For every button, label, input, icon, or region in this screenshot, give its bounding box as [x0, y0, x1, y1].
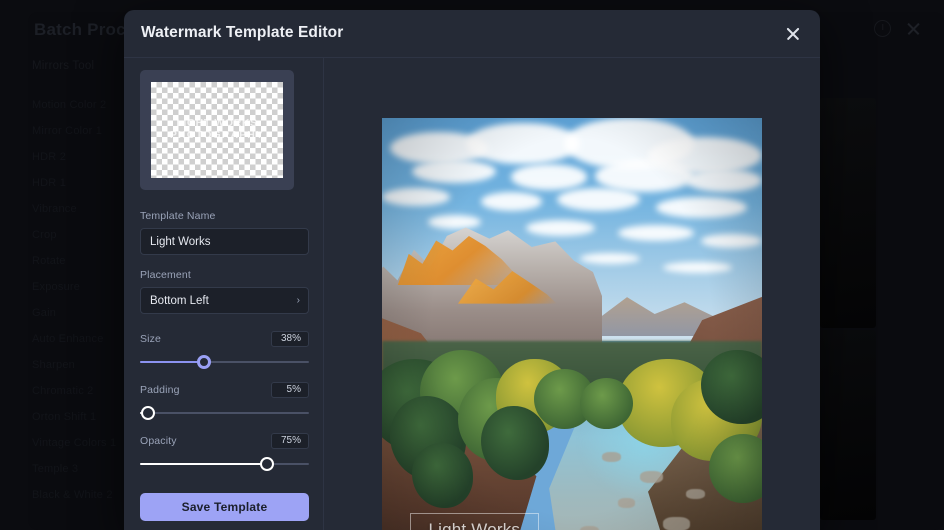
- padding-slider-value: 5%: [271, 382, 309, 398]
- transparency-checkerboard: LIGHT WORKS PHOTOGRAPHY: [151, 82, 283, 178]
- opacity-slider-value: 75%: [271, 433, 309, 449]
- photo-cloud: [465, 122, 580, 165]
- background-thumbnail[interactable]: [820, 330, 876, 520]
- photo-cloud: [382, 187, 451, 207]
- opacity-slider-block: Opacity 75%: [140, 433, 309, 471]
- watermark-template-editor-dialog: Watermark Template Editor LIGHT WORKS PH…: [124, 10, 820, 530]
- padding-slider-block: Padding 5%: [140, 382, 309, 420]
- placement-select[interactable]: Bottom Left ›: [140, 287, 309, 314]
- close-icon[interactable]: [905, 20, 922, 37]
- photo-rock: [579, 526, 599, 530]
- slider-thumb[interactable]: [259, 457, 274, 471]
- size-slider-header: Size 38%: [140, 331, 309, 347]
- photo-rock: [640, 470, 664, 483]
- slider-thumb[interactable]: [197, 355, 212, 369]
- background-thumbnail[interactable]: [820, 98, 876, 328]
- photo-cloud: [655, 196, 747, 218]
- template-name-label: Template Name: [140, 210, 216, 222]
- template-name-input[interactable]: [140, 228, 309, 255]
- close-icon[interactable]: [782, 23, 804, 45]
- photo-preview-panel: Light Works Photography: [324, 58, 820, 530]
- photo-rock: [686, 489, 705, 500]
- photo-watermark-overlay: Light Works Photography: [410, 513, 539, 530]
- padding-slider-header: Padding 5%: [140, 382, 309, 398]
- save-template-button[interactable]: Save Template: [140, 493, 309, 521]
- chevron-right-icon: ›: [296, 294, 300, 306]
- placement-selected-value: Bottom Left: [150, 294, 209, 307]
- help-icon[interactable]: [874, 20, 891, 37]
- opacity-slider-label: Opacity: [140, 435, 177, 447]
- photo-cloud: [663, 261, 732, 273]
- dialog-body: LIGHT WORKS PHOTOGRAPHY Template Name Pl…: [124, 58, 820, 530]
- dialog-header: Watermark Template Editor: [124, 10, 820, 58]
- padding-slider[interactable]: [140, 406, 309, 420]
- opacity-slider-header: Opacity 75%: [140, 433, 309, 449]
- photo-rock: [663, 517, 690, 530]
- opacity-slider[interactable]: [140, 457, 309, 471]
- size-slider-block: Size 38%: [140, 331, 309, 369]
- slider-fill: [140, 463, 267, 465]
- slider-rail: [140, 412, 309, 414]
- size-slider[interactable]: [140, 355, 309, 369]
- background-window-controls: [874, 20, 922, 37]
- photo-watermark-line1: Light Works: [428, 520, 521, 530]
- photo-cloud: [686, 169, 762, 193]
- slider-thumb[interactable]: [141, 406, 156, 420]
- preview-photo: Light Works Photography: [382, 118, 762, 530]
- photo-cloud: [511, 164, 588, 190]
- settings-panel: LIGHT WORKS PHOTOGRAPHY Template Name Pl…: [124, 58, 324, 530]
- screen: Batch Process Mirrors Tool Motion Color …: [0, 0, 944, 530]
- photo-cloud: [412, 159, 496, 183]
- photo-cloud: [701, 234, 762, 248]
- photo-cloud: [480, 192, 542, 211]
- photo-rock: [617, 498, 635, 508]
- photo-tree: [412, 442, 474, 508]
- photo-cloud: [526, 220, 595, 236]
- size-slider-label: Size: [140, 333, 162, 345]
- dialog-title: Watermark Template Editor: [141, 24, 344, 41]
- photo-cloud: [594, 159, 694, 193]
- padding-slider-label: Padding: [140, 384, 180, 396]
- watermark-preview-line2: PHOTOGRAPHY: [169, 129, 265, 141]
- size-slider-value: 38%: [271, 331, 309, 347]
- placement-label: Placement: [140, 269, 191, 281]
- slider-fill: [140, 361, 205, 363]
- photo-cloud: [579, 252, 641, 264]
- photo-cloud: [556, 187, 641, 211]
- photo-tree: [579, 377, 633, 429]
- watermark-preview: LIGHT WORKS PHOTOGRAPHY: [140, 70, 294, 190]
- photo-rock: [602, 452, 622, 463]
